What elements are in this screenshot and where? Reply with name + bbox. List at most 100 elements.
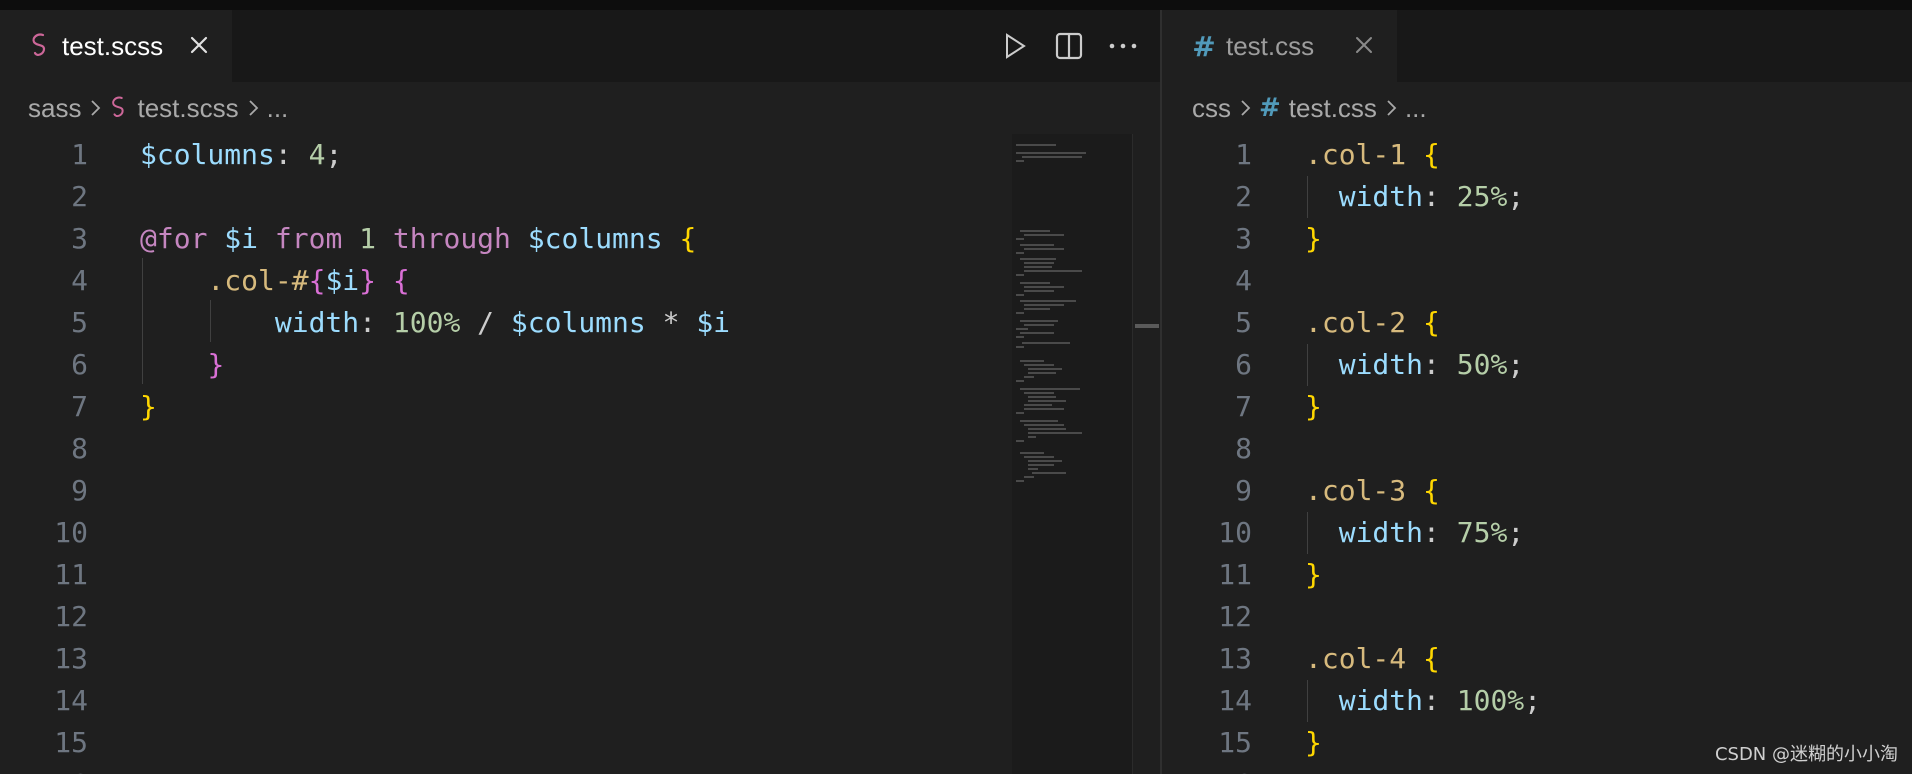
breadcrumb: css # test.css ... xyxy=(1192,86,1427,130)
code-token: $i xyxy=(224,222,259,255)
code-line[interactable]: 12 xyxy=(0,596,1160,638)
code-token: $columns xyxy=(140,138,275,171)
minimap-line xyxy=(1024,424,1064,426)
code-editor[interactable]: 1 $columns: 4; 2 3 @for $i from 1 through $c… xyxy=(0,134,1160,774)
code-line[interactable]: 12 xyxy=(1162,596,1912,638)
code-text: width: 25%; xyxy=(1305,176,1524,218)
code-line[interactable]: 15 xyxy=(0,722,1160,764)
code-line[interactable]: 2 xyxy=(0,176,1160,218)
code-token: 4 xyxy=(308,138,326,171)
breadcrumb-file[interactable]: # test.css xyxy=(1259,93,1377,124)
code-line[interactable]: 13 xyxy=(0,638,1160,680)
code-line[interactable]: 4 .col-#{$i} { xyxy=(0,260,1160,302)
code-line[interactable]: 11 xyxy=(0,554,1160,596)
code-line[interactable]: 14 xyxy=(0,680,1160,722)
code-line[interactable]: 8 xyxy=(1162,428,1912,470)
code-line[interactable]: 13 .col-4 { xyxy=(1162,638,1912,680)
line-number: 9 xyxy=(1235,474,1252,507)
minimap[interactable] xyxy=(1012,134,1132,774)
code-token: .col-# xyxy=(140,264,309,297)
minimap-line xyxy=(1024,324,1054,326)
run-icon[interactable] xyxy=(998,29,1032,63)
code-line[interactable]: 1 $columns: 4; xyxy=(0,134,1160,176)
code-line[interactable]: 4 xyxy=(1162,260,1912,302)
breadcrumb-file-label: test.scss xyxy=(137,92,239,123)
code-line[interactable]: 10 xyxy=(0,512,1160,554)
left-tab-bar: test.scss xyxy=(0,10,1160,82)
minimap-line xyxy=(1024,476,1034,478)
code-editor[interactable]: 1 .col-1 {2 width: 25%; 3} 4 5 .col-2 {6 widt… xyxy=(1162,134,1912,774)
breadcrumb-symbols[interactable]: ... xyxy=(1405,93,1427,124)
code-token: : xyxy=(274,138,309,171)
code-token: 75% xyxy=(1456,516,1508,549)
minimap-line xyxy=(1020,230,1050,232)
close-icon[interactable] xyxy=(184,30,214,60)
left-editor-group: test.scss sass test.scss ... 1 $columns:… xyxy=(0,10,1160,774)
code-token: width xyxy=(1338,684,1424,717)
minimap-line xyxy=(1016,346,1024,348)
code-token: ; xyxy=(1507,180,1525,213)
breadcrumb-folder[interactable]: sass xyxy=(28,93,81,124)
code-line[interactable]: 2 width: 25%; xyxy=(1162,176,1912,218)
right-editor-group: # test.css css # test.css ... 1 .col-1 {2… xyxy=(1162,10,1912,774)
code-text: } xyxy=(140,344,224,386)
code-line[interactable]: 3 @for $i from 1 through $columns { xyxy=(0,218,1160,260)
minimap-line xyxy=(1020,282,1050,284)
minimap-line xyxy=(1024,376,1034,378)
code-line[interactable]: 14 width: 100%; xyxy=(1162,680,1912,722)
more-actions-icon[interactable] xyxy=(1106,29,1140,63)
code-token: } xyxy=(1305,726,1322,759)
code-text: width: 75%; xyxy=(1305,512,1524,554)
minimap-line xyxy=(1024,308,1050,310)
minimap-line xyxy=(1032,472,1066,474)
indent-guide xyxy=(210,300,211,342)
code-line[interactable]: 9 xyxy=(0,470,1160,512)
tab-label: test.css xyxy=(1226,30,1315,61)
code-line[interactable]: 11} xyxy=(1162,554,1912,596)
code-token: { xyxy=(1423,306,1440,339)
breadcrumb-symbols[interactable]: ... xyxy=(267,93,289,124)
minimap-line xyxy=(1020,360,1044,362)
code-line[interactable]: 7} xyxy=(1162,386,1912,428)
minimap-line xyxy=(1024,266,1052,268)
code-line[interactable]: 16 xyxy=(0,764,1160,774)
code-line[interactable]: 10 width: 75%; xyxy=(1162,512,1912,554)
close-icon[interactable] xyxy=(1349,30,1379,60)
code-line[interactable]: 6 } xyxy=(0,344,1160,386)
code-line[interactable]: 1 .col-1 { xyxy=(1162,134,1912,176)
split-editor-icon[interactable] xyxy=(1052,29,1086,63)
line-number: 8 xyxy=(71,432,88,465)
code-token: } xyxy=(1305,222,1322,255)
minimap-line xyxy=(1024,270,1082,272)
breadcrumb-folder[interactable]: css xyxy=(1192,93,1231,124)
code-line[interactable]: 3} xyxy=(1162,218,1912,260)
line-number: 10 xyxy=(1218,516,1252,549)
code-token: } xyxy=(1305,390,1322,423)
code-line[interactable]: 6 width: 50%; xyxy=(1162,344,1912,386)
vertical-scrollbar[interactable] xyxy=(1132,134,1159,774)
code-line[interactable]: 9 .col-3 { xyxy=(1162,470,1912,512)
minimap-line xyxy=(1028,432,1082,434)
minimap-line xyxy=(1016,144,1056,146)
line-number: 15 xyxy=(54,726,88,759)
tab-test-scss[interactable]: test.scss xyxy=(0,10,232,82)
minimap-line xyxy=(1024,364,1054,366)
code-line[interactable]: 7} xyxy=(0,386,1160,428)
scrollbar-thumb[interactable] xyxy=(1135,324,1159,328)
code-token: 100% xyxy=(392,306,461,339)
breadcrumb-file[interactable]: test.scss xyxy=(109,92,239,124)
code-line[interactable]: 8 xyxy=(0,428,1160,470)
tab-test-css[interactable]: # test.css xyxy=(1162,10,1397,82)
code-line[interactable]: 5 .col-2 { xyxy=(1162,302,1912,344)
code-line[interactable]: 5 width: 100% / $columns * $i xyxy=(0,302,1160,344)
minimap-line xyxy=(1028,464,1054,466)
code-token: .col-4 xyxy=(1305,642,1407,675)
indent-guide xyxy=(142,258,143,384)
code-token: .col-3 xyxy=(1305,474,1407,507)
line-number: 2 xyxy=(1235,180,1252,213)
sass-file-icon xyxy=(26,32,54,60)
